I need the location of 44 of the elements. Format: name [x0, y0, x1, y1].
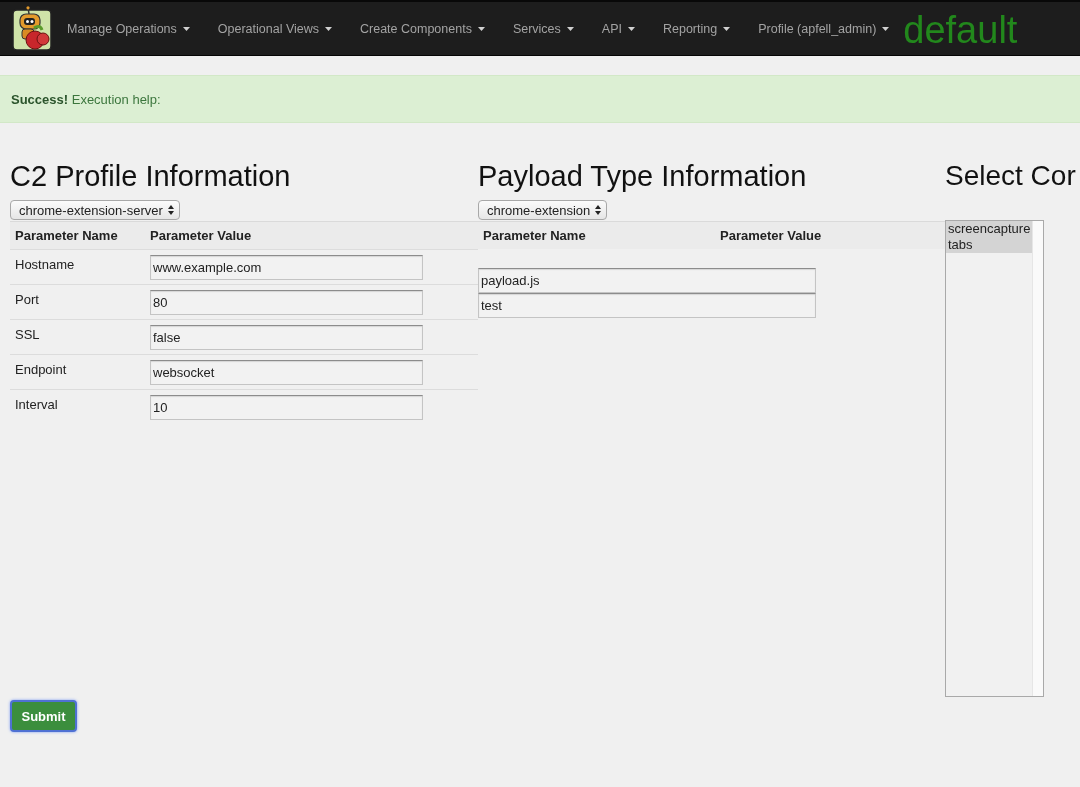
parameter-input[interactable]: 10: [150, 395, 423, 420]
column-header: Parameter Name: [14, 228, 119, 243]
operation-name: default: [903, 10, 1018, 50]
nav-menu-link[interactable]: Manage Operations: [53, 20, 204, 37]
command-option[interactable]: screencapture: [946, 221, 1032, 237]
payload-type-select[interactable]: chrome-extension: [478, 200, 608, 220]
parameter-input[interactable]: 80: [150, 290, 423, 315]
parameter-input[interactable]: test: [478, 293, 816, 318]
parameter-input[interactable]: payload.js: [478, 268, 816, 293]
nav-menu-link[interactable]: Reporting: [649, 20, 745, 37]
nav-menu-link[interactable]: API: [587, 20, 649, 37]
caret-icon: [182, 26, 190, 31]
caret-icon: [628, 26, 635, 31]
parameter-input[interactable]: www.example.com: [150, 255, 423, 280]
section-heading: Select Cor: [945, 160, 1076, 192]
parameter-input[interactable]: websocket: [150, 360, 423, 385]
command-listbox[interactable]: screencapture tabs: [945, 220, 1044, 697]
alert-message: Success! Execution help:: [11, 91, 161, 107]
parameter-name: Interval: [14, 396, 58, 412]
profile-select[interactable]: chrome-extension-server: [10, 200, 180, 220]
caret-icon: [882, 26, 890, 31]
section-heading: C2 Profile Information: [10, 160, 291, 192]
column-header: Parameter Name: [482, 228, 587, 243]
command-option[interactable]: tabs: [946, 237, 1032, 253]
parameter-input[interactable]: false: [150, 325, 423, 350]
nav-menu-link[interactable]: Profile (apfell_admin): [744, 20, 904, 37]
caret-icon: [723, 26, 731, 31]
caret-icon: [477, 26, 485, 31]
nav-menu-link[interactable]: Operational Views: [203, 20, 346, 37]
parameter-name: Port: [14, 291, 39, 307]
robot-logo-icon[interactable]: [12, 5, 53, 52]
up-down-arrows-icon: [595, 205, 602, 215]
nav-menu-link[interactable]: Create Components: [346, 20, 499, 37]
section-heading: Payload Type Information: [478, 160, 807, 192]
parameter-name: SSL: [14, 326, 40, 342]
column-header: Parameter Value: [720, 228, 823, 243]
up-down-arrows-icon: [167, 205, 174, 215]
submit-button[interactable]: Submit: [10, 700, 77, 732]
parameter-name: Hostname: [14, 256, 75, 272]
caret-icon: [325, 26, 332, 31]
column-header: Parameter Value: [150, 228, 253, 243]
parameter-name: Endpoint: [14, 361, 67, 377]
nav-menu-link[interactable]: Services: [498, 20, 588, 37]
caret-icon: [566, 26, 574, 31]
